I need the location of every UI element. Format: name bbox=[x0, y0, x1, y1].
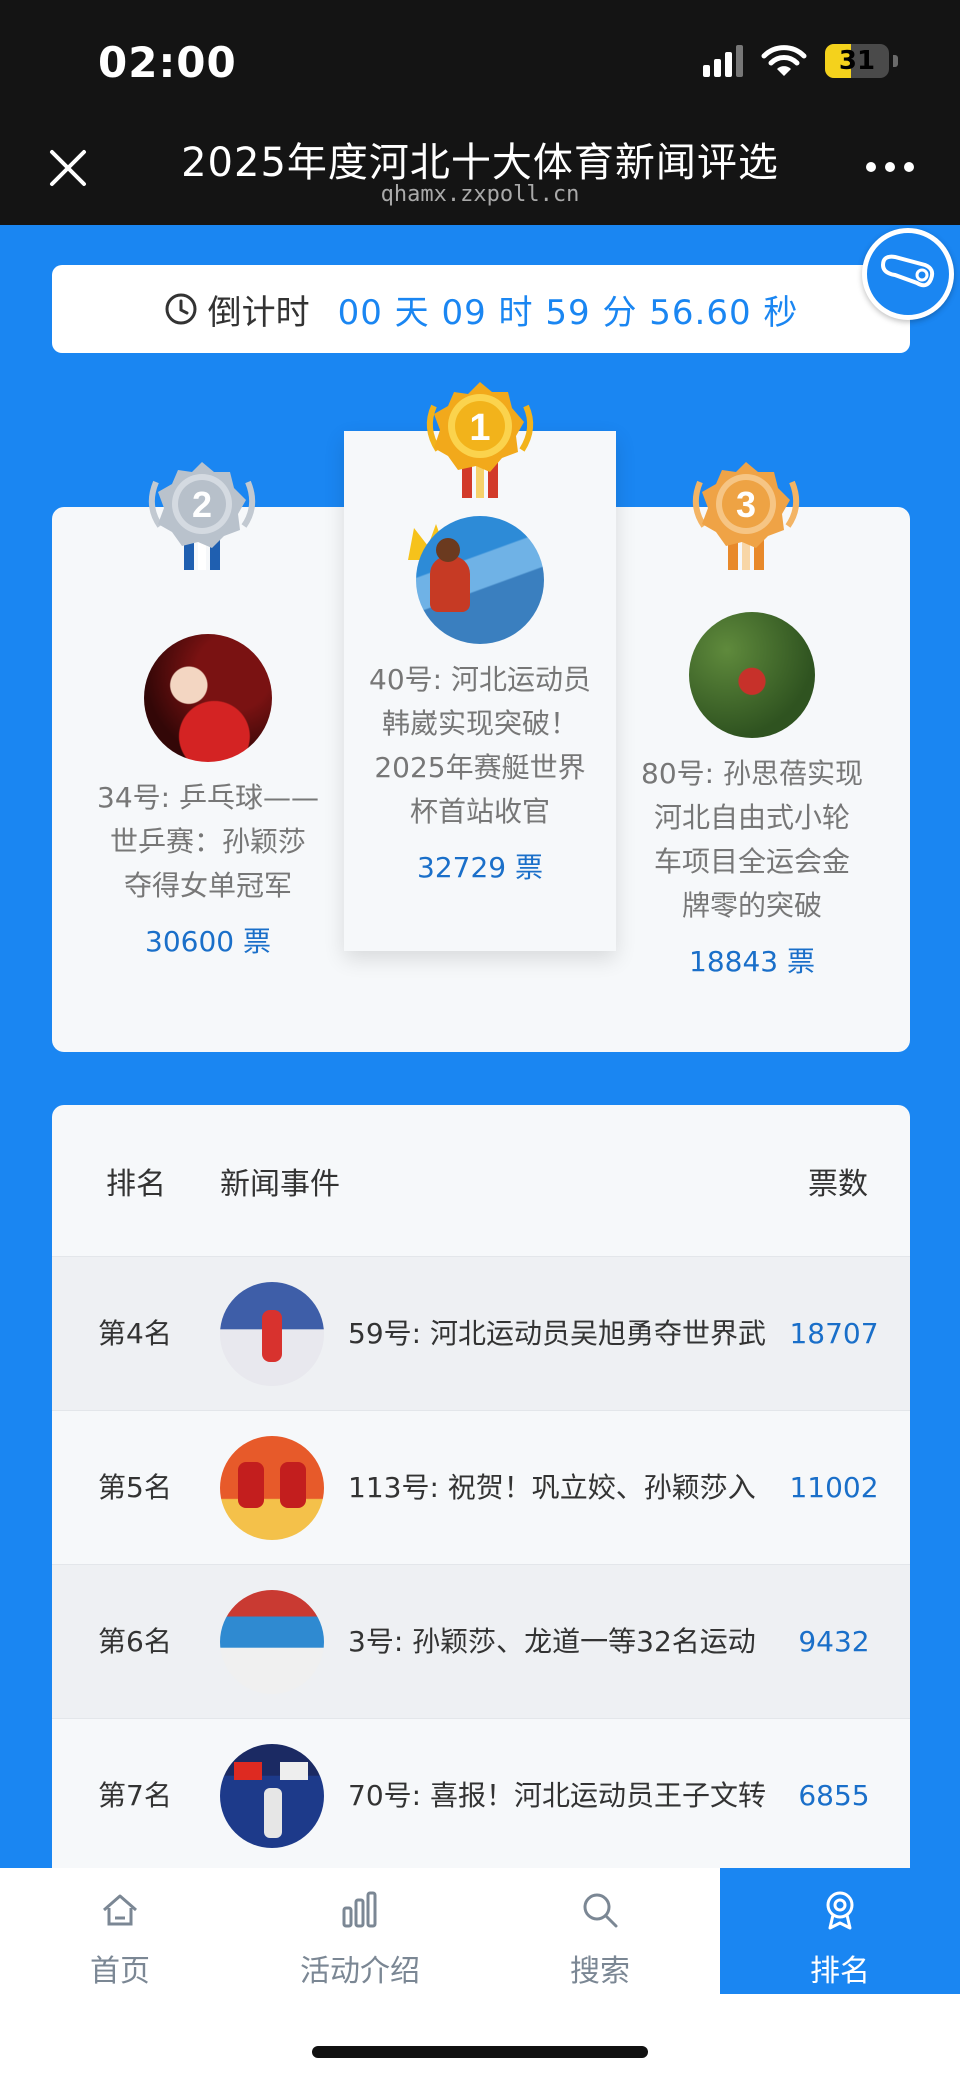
clock-icon bbox=[165, 293, 197, 325]
page-host: qhamx.zxpoll.cn bbox=[380, 182, 580, 207]
row-title: 113号: 祝贺！巩立姣、孙颖莎入 bbox=[348, 1471, 756, 1504]
silver-medal-number: 2 bbox=[192, 484, 212, 525]
row-votes: 18707 bbox=[789, 1317, 879, 1350]
countdown-label: 倒计时 bbox=[207, 292, 310, 333]
countdown-value: 00 天 09 时 59 分 56.60 秒 bbox=[337, 292, 799, 333]
row-votes: 11002 bbox=[789, 1471, 879, 1504]
ranking-row[interactable]: 第6名 3号: 孙颖莎、龙道一等32名运动 9432 bbox=[52, 1565, 910, 1719]
status-icons: 31 bbox=[703, 44, 898, 78]
podium-third[interactable]: 80号: 孙思蓓实现 河北自由式小轮 车项目全运会金 牌零的突破 18843 票 bbox=[616, 612, 888, 980]
tab-ranking[interactable]: 排名 bbox=[720, 1868, 960, 1994]
avatar-bmx bbox=[689, 612, 815, 738]
row-title: 70号: 喜报！河北运动员王子文转 bbox=[348, 1779, 766, 1812]
ranking-table: 排名 新闻事件 票数 第4名 59号: 河北运动员吴旭勇夺世界武 18707 第… bbox=[52, 1105, 910, 1885]
award-icon bbox=[826, 1891, 854, 1930]
row-thumbnail bbox=[220, 1282, 324, 1386]
podium-second-title: 34号: 乒乓球—— 世乒赛：孙颖莎 夺得女单冠军 bbox=[97, 781, 319, 902]
whistle-icon bbox=[880, 254, 935, 288]
podium-second[interactable]: 34号: 乒乓球—— 世乒赛：孙颖莎 夺得女单冠军 30600 票 bbox=[72, 634, 344, 960]
row-thumbnail bbox=[220, 1744, 324, 1848]
gold-medal-number: 1 bbox=[469, 407, 490, 449]
tab-home[interactable]: 首页 bbox=[0, 1868, 240, 1994]
podium-first-votes: 32729 票 bbox=[417, 851, 543, 884]
more-menu-icon[interactable] bbox=[866, 162, 914, 172]
podium-second-votes: 30600 票 bbox=[145, 925, 271, 958]
ranking-row[interactable]: 第4名 59号: 河北运动员吴旭勇夺世界武 18707 bbox=[52, 1257, 910, 1411]
row-thumbnail bbox=[220, 1590, 324, 1694]
ranking-row[interactable]: 第5名 113号: 祝贺！巩立姣、孙颖莎入 11002 bbox=[52, 1411, 910, 1565]
home-icon bbox=[103, 1894, 137, 1926]
tab-ranking-label: 排名 bbox=[810, 1954, 870, 1989]
row-rank: 第7名 bbox=[98, 1779, 172, 1812]
wifi-icon bbox=[761, 45, 807, 76]
bar-chart-icon bbox=[342, 1891, 377, 1928]
battery-tip bbox=[893, 55, 898, 67]
podium-third-title: 80号: 孙思蓓实现 河北自由式小轮 车项目全运会金 牌零的突破 bbox=[641, 757, 863, 922]
row-title: 3号: 孙颖莎、龙道一等32名运动 bbox=[348, 1625, 756, 1658]
tab-about[interactable]: 活动介绍 bbox=[240, 1868, 480, 1994]
podium-first-title: 40号: 河北运动员 韩崴实现突破！ 2025年赛艇世界 杯首站收官 bbox=[369, 663, 591, 828]
countdown-bar: 倒计时 00 天 09 时 59 分 56.60 秒 bbox=[52, 265, 910, 353]
tab-about-label: 活动介绍 bbox=[300, 1954, 420, 1989]
tab-home-label: 首页 bbox=[90, 1954, 150, 1989]
home-indicator bbox=[312, 2046, 648, 2058]
bronze-medal-icon: 3 bbox=[692, 462, 800, 570]
floating-music-button[interactable] bbox=[862, 228, 954, 320]
row-votes: 9432 bbox=[798, 1625, 870, 1658]
tab-search[interactable]: 搜索 bbox=[480, 1868, 720, 1994]
row-rank: 第6名 bbox=[98, 1625, 172, 1658]
header-news: 新闻事件 bbox=[220, 1166, 340, 1202]
podium-first[interactable]: 40号: 河北运动员 韩崴实现突破！ 2025年赛艇世界 杯首站收官 32729… bbox=[344, 516, 616, 886]
row-rank: 第5名 bbox=[98, 1471, 172, 1504]
ranking-header: 排名 新闻事件 票数 bbox=[52, 1105, 910, 1257]
bottom-tab-bar: 首页 活动介绍 搜索 排名 bbox=[0, 1868, 960, 2078]
row-rank: 第4名 bbox=[98, 1317, 172, 1350]
podium-third-votes: 18843 票 bbox=[689, 945, 815, 978]
ranking-row[interactable]: 第7名 70号: 喜报！河北运动员王子文转 6855 bbox=[52, 1719, 910, 1873]
battery-icon: 31 bbox=[825, 44, 889, 78]
header-votes: 票数 bbox=[808, 1166, 868, 1202]
row-title: 59号: 河北运动员吴旭勇夺世界武 bbox=[348, 1317, 766, 1350]
status-time: 02:00 bbox=[98, 38, 237, 87]
battery-level: 31 bbox=[838, 46, 876, 76]
page-title: 2025年度河北十大体育新闻评选 bbox=[181, 140, 779, 186]
gold-medal-icon: 1 bbox=[426, 382, 534, 498]
header-rank: 排名 bbox=[106, 1166, 166, 1202]
row-thumbnail bbox=[220, 1436, 324, 1540]
row-votes: 6855 bbox=[798, 1779, 870, 1812]
silver-medal-icon: 2 bbox=[148, 462, 256, 570]
bronze-medal-number: 3 bbox=[736, 484, 756, 525]
search-icon bbox=[583, 1893, 618, 1928]
tab-search-label: 搜索 bbox=[570, 1954, 630, 1989]
cellular-signal-icon bbox=[703, 45, 743, 77]
avatar-table-tennis bbox=[144, 634, 272, 762]
avatar-rowing bbox=[416, 516, 544, 644]
top-bar: 02:00 31 2025年度河北十大体育新闻评选 qhamx.zxpoll.c… bbox=[0, 0, 960, 225]
